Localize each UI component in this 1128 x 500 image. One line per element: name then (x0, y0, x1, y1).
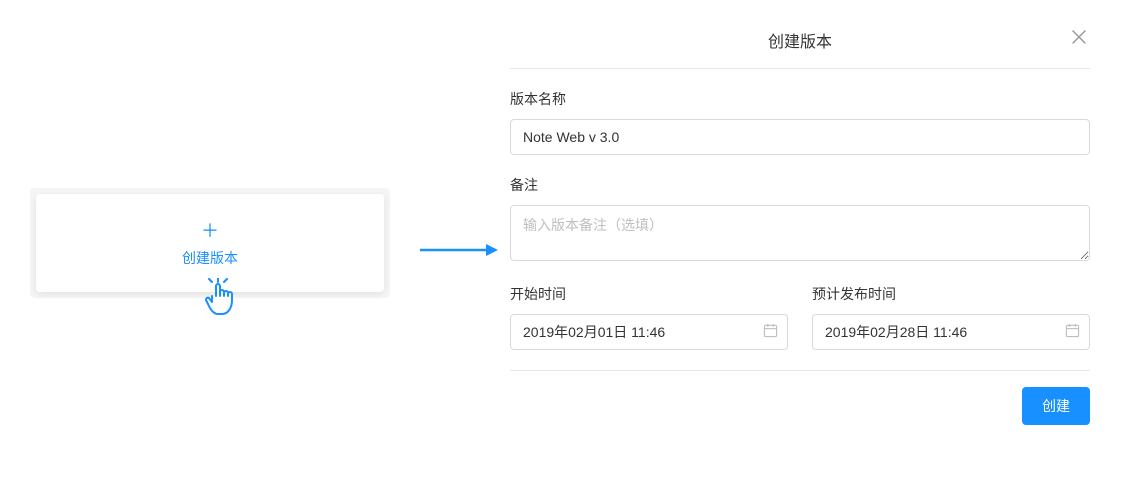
create-button[interactable]: 创建 (1022, 387, 1090, 425)
hand-cursor-icon (200, 278, 240, 325)
start-time-input[interactable] (510, 314, 788, 350)
remark-textarea[interactable] (510, 205, 1090, 261)
modal-footer: 创建 (510, 370, 1090, 425)
create-version-label: 创建版本 (36, 248, 384, 268)
end-time-input[interactable] (812, 314, 1090, 350)
modal-body: 版本名称 备注 开始时间 预计发布时间 (510, 69, 1090, 350)
arrow-icon (418, 240, 498, 263)
version-name-label: 版本名称 (510, 89, 1090, 109)
modal-title: 创建版本 (768, 34, 832, 51)
modal-header: 创建版本 (510, 28, 1090, 69)
start-time-label: 开始时间 (510, 284, 788, 304)
version-name-input[interactable] (510, 119, 1090, 155)
plus-icon: ＋ (36, 222, 384, 240)
close-icon[interactable] (1068, 26, 1090, 51)
create-version-modal: 创建版本 版本名称 备注 开始时间 (510, 28, 1090, 425)
end-time-label: 预计发布时间 (812, 284, 1090, 304)
remark-label: 备注 (510, 175, 1090, 195)
